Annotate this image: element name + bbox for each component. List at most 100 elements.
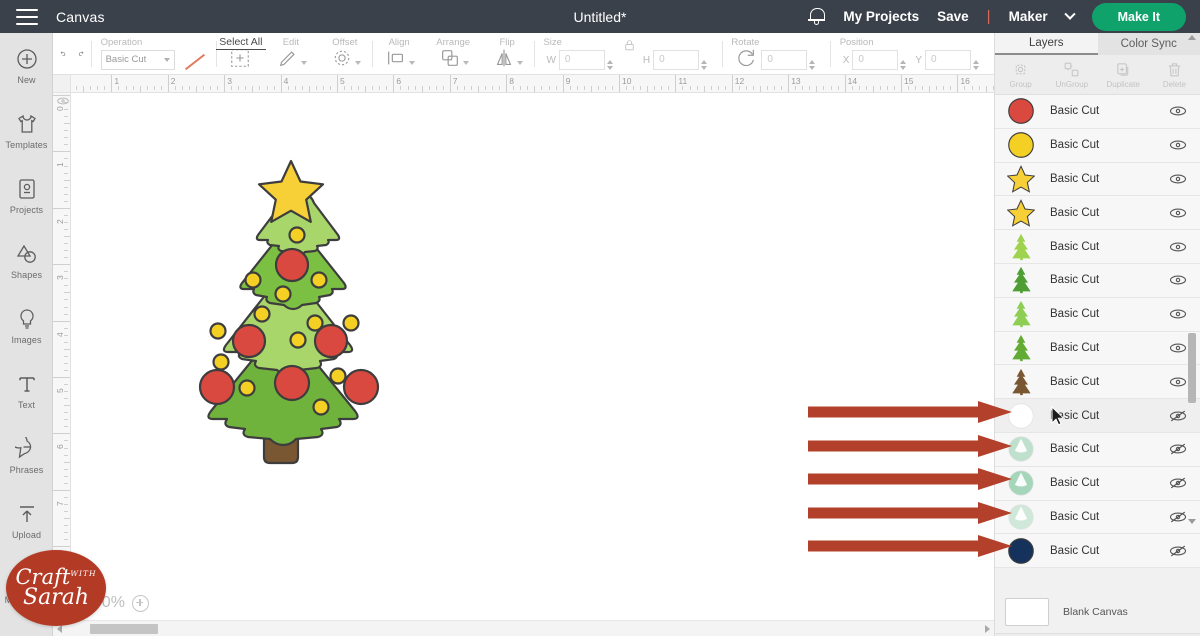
ruler-tick-minor <box>64 257 68 258</box>
group-button[interactable]: Group <box>995 55 1046 94</box>
eye-icon[interactable] <box>1169 308 1187 320</box>
layer-row[interactable]: Basic Cut <box>995 501 1200 535</box>
width-input[interactable]: 0 <box>559 50 605 70</box>
ruler-tick-minor <box>288 86 289 90</box>
layer-row[interactable]: Basic Cut <box>995 399 1200 433</box>
zoom-in-icon[interactable] <box>132 595 149 612</box>
layer-row[interactable]: Basic Cut <box>995 129 1200 163</box>
layer-row[interactable]: Basic Cut <box>995 163 1200 197</box>
layer-row[interactable]: Basic Cut <box>995 534 1200 568</box>
notification-bell-icon[interactable] <box>808 7 825 26</box>
hamburger-menu-icon[interactable] <box>16 9 38 25</box>
ruler-tick-minor <box>64 462 71 463</box>
y-stepper[interactable] <box>973 60 979 70</box>
chevron-down-icon[interactable] <box>463 61 469 65</box>
layer-row[interactable]: Basic Cut <box>995 230 1200 264</box>
layer-row[interactable]: Basic Cut <box>995 433 1200 467</box>
blank-canvas-row[interactable]: Blank Canvas <box>995 592 1200 632</box>
flip-section[interactable]: Flip <box>480 33 534 75</box>
y-input[interactable]: 0 <box>925 50 971 70</box>
chevron-down-icon[interactable] <box>1064 8 1075 19</box>
make-it-button[interactable]: Make It <box>1092 3 1186 31</box>
duplicate-button[interactable]: Duplicate <box>1098 55 1149 94</box>
eye-off-icon[interactable] <box>1169 511 1187 523</box>
layer-name: Basic Cut <box>1050 443 1169 455</box>
horizontal-scrollbar[interactable] <box>53 620 994 636</box>
layer-row[interactable]: Basic Cut <box>995 196 1200 230</box>
layer-row[interactable]: Basic Cut <box>995 332 1200 366</box>
arrange-label: Arrange <box>426 37 480 48</box>
save-button[interactable]: Save <box>937 9 969 24</box>
eye-icon[interactable] <box>1169 139 1187 151</box>
chevron-down-icon[interactable] <box>355 61 361 65</box>
chevron-down-icon[interactable] <box>301 61 307 65</box>
rotate-icon[interactable] <box>735 47 757 69</box>
x-input[interactable]: 0 <box>852 50 898 70</box>
eye-off-icon[interactable] <box>1169 443 1187 455</box>
rail-item-phrases[interactable]: Phrases <box>0 423 53 488</box>
rail-item-upload[interactable]: Upload <box>0 488 53 553</box>
align-section[interactable]: Align <box>372 33 426 75</box>
layer-row[interactable]: Basic Cut <box>995 298 1200 332</box>
arrange-section[interactable]: Arrange <box>426 33 480 75</box>
rail-item-images[interactable]: Images <box>0 293 53 358</box>
ruler-tick-minor <box>972 86 973 90</box>
layer-scrollbar[interactable] <box>1190 33 1198 526</box>
rotate-stepper[interactable] <box>809 60 815 70</box>
layer-row[interactable]: Basic Cut <box>995 95 1200 129</box>
edit-section[interactable]: Edit <box>264 33 318 75</box>
ruler-tick-minor <box>471 86 472 90</box>
layer-row[interactable]: Basic Cut <box>995 264 1200 298</box>
my-projects-link[interactable]: My Projects <box>843 9 919 24</box>
layer-scroll-thumb[interactable] <box>1188 333 1196 403</box>
eye-icon[interactable] <box>1169 105 1187 117</box>
x-stepper[interactable] <box>900 60 906 70</box>
scroll-left-icon[interactable] <box>57 625 62 633</box>
scroll-up-icon[interactable] <box>1188 35 1196 40</box>
layer-row[interactable]: Basic Cut <box>995 467 1200 501</box>
layer-row[interactable]: Basic Cut <box>995 365 1200 399</box>
eye-icon[interactable] <box>1169 241 1187 253</box>
height-stepper[interactable] <box>701 60 707 70</box>
rail-item-shapes[interactable]: Shapes <box>0 228 53 293</box>
scroll-right-icon[interactable] <box>985 625 990 633</box>
watermark-with: WITH <box>70 569 96 578</box>
ungroup-button[interactable]: UnGroup <box>1046 55 1097 94</box>
scroll-down-icon[interactable] <box>1188 519 1196 524</box>
tab-color-sync[interactable]: Color Sync <box>1098 33 1200 55</box>
design-canvas[interactable] <box>71 93 994 620</box>
operation-select[interactable]: Basic Cut <box>101 50 175 70</box>
eye-icon[interactable] <box>1169 207 1187 219</box>
height-input[interactable]: 0 <box>653 50 699 70</box>
rail-item-text[interactable]: Text <box>0 358 53 423</box>
ruler-tick-minor <box>866 86 867 90</box>
ruler-tick-minor <box>774 86 775 90</box>
eye-icon[interactable] <box>56 96 70 106</box>
operation-color-swatch[interactable] <box>185 53 205 69</box>
rail-item-projects[interactable]: Projects <box>0 163 53 228</box>
eye-off-icon[interactable] <box>1169 477 1187 489</box>
width-stepper[interactable] <box>607 60 613 70</box>
tab-layers[interactable]: Layers <box>995 33 1098 55</box>
layer-list[interactable]: Basic CutBasic CutBasic CutBasic CutBasi… <box>995 95 1200 588</box>
chevron-down-icon[interactable] <box>517 61 523 65</box>
eye-off-icon[interactable] <box>1169 410 1187 422</box>
eye-icon[interactable] <box>1169 342 1187 354</box>
christmas-tree-artwork[interactable] <box>161 155 421 475</box>
chevron-down-icon[interactable] <box>409 61 415 65</box>
eye-icon[interactable] <box>1169 274 1187 286</box>
lock-icon[interactable] <box>623 38 636 53</box>
eye-off-icon[interactable] <box>1169 545 1187 557</box>
undo-arrow-icon[interactable] <box>59 41 66 67</box>
rail-item-templates[interactable]: Templates <box>0 98 53 163</box>
offset-section[interactable]: Offset <box>318 33 372 75</box>
scroll-thumb[interactable] <box>90 624 158 634</box>
rail-item-new[interactable]: New <box>0 33 53 98</box>
rotate-input[interactable]: 0 <box>761 50 807 70</box>
layer-thumbnail-star <box>1007 199 1035 227</box>
eye-icon[interactable] <box>1169 173 1187 185</box>
machine-selector[interactable]: Maker <box>1009 9 1048 24</box>
eye-icon[interactable] <box>1169 376 1187 388</box>
select-all-section[interactable]: Select All <box>216 33 264 75</box>
redo-arrow-icon[interactable] <box>78 41 85 67</box>
